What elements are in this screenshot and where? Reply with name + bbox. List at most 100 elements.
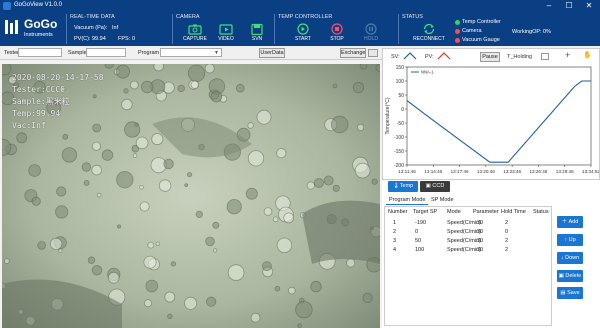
panel-toggle-button[interactable] [368,49,378,57]
x-tick-label: 13:34:52 [582,169,599,174]
maximize-button[interactable]: ☐ [560,0,578,12]
y-tick-label: 0 [401,107,404,113]
tab-temp[interactable]: 🌡Temp [388,181,418,192]
capture-button[interactable]: CAPTURE [180,23,210,45]
minimize-button[interactable]: – [540,0,558,12]
stop-label: STOP [330,36,344,42]
table-cell: 30 [477,220,484,226]
svn-label: SVN [251,36,263,42]
t-holding-label: T_Holding [507,54,533,60]
table-cell: 30 [477,229,484,235]
table-row[interactable]: 3 50 Speed(C/min) 30 2 [385,237,551,246]
chevron-down-icon: ▼ [214,50,219,56]
exchange-button[interactable]: Exchange [340,48,366,58]
table-cell: 0 [505,229,509,235]
y-tick-label: -150 [394,149,404,155]
down-label: Down [565,255,580,261]
temp-controller-status-dot [455,20,460,25]
overlay-sample: Sample:黑米粒 [12,97,70,106]
program-select[interactable] [160,48,222,57]
divider [66,14,67,44]
x-tick-label: 13:26:46 [529,169,547,174]
sample-label: Sample [68,50,87,56]
t-holding-checkbox[interactable] [541,53,549,60]
add-button[interactable]: ＋ Add [557,216,583,228]
y-axis-label: Temperature(°C) [385,97,391,134]
table-cell: Speed(C/min) [447,229,481,235]
camera-view[interactable]: 2020-08-20-14-17-58 Tester:CCCC Sample:黑… [2,64,380,328]
table-cell: 4 [393,247,397,253]
svn-button[interactable]: SVN [242,23,272,45]
vacuum-value: Inf [112,25,119,31]
tab-sp-mode[interactable]: SP Mode [428,196,457,205]
table-cell: -190 [415,220,427,226]
thermometer-icon: 🌡 [392,183,400,189]
table-cell: Speed(C/min) [447,247,481,253]
program-panel: 🌡Temp ▣ CCD Program Mode SP Mode Number … [382,180,600,328]
logo-text: GoGo [24,17,58,31]
userdata-button[interactable]: UserData [259,48,285,58]
column-header: Hold Time [501,209,526,215]
divider [398,14,399,44]
y-tick-label: -100 [394,135,404,141]
pv-label: PV(C): [74,36,91,42]
video-button[interactable]: VIDEO [211,23,241,45]
divider [172,14,173,44]
program-table: Number Target SP Mode Parameter Hold Tim… [384,206,552,326]
table-cell: 50 [415,238,422,244]
fps-label: FPS: [118,36,131,42]
x-tick-label: 13:20:46 [477,169,495,174]
zoom-plus-icon[interactable]: + [565,50,570,60]
overlay-temp: Temp:99.94 [12,109,61,118]
camera-icon [188,24,202,35]
temperature-chart[interactable]: -200 -150 -100 -50 0 50 100 150 13:11:46 13:14:46… [383,61,599,179]
camera-status-dot [455,29,460,34]
pv-value: 99.94 [92,36,106,42]
column-header: Parameter [473,209,499,215]
play-icon [297,23,309,35]
table-row[interactable]: 2 0 Speed(C/min) 30 0 [385,228,551,237]
refresh-icon [423,23,435,35]
y-tick-label: 150 [396,65,405,71]
table-cell: 2 [505,238,509,244]
stop-button[interactable]: STOP [322,23,352,45]
plot-area [406,66,592,166]
hold-button[interactable]: HOLD [356,23,386,45]
y-tick-label: -200 [394,163,404,169]
table-cell: Speed(C/min) [447,238,481,244]
table-cell: 2 [505,220,509,226]
overlay-timestamp: 2020-08-20-14-17-58 [12,73,104,82]
camera-status-label: Camera [462,28,482,34]
start-button[interactable]: START [288,23,318,45]
stop-icon [331,23,343,35]
temp-section-title: TEMP CONTROLLER [278,14,333,20]
table-row[interactable]: 4 100 Speed(C/min) 30 2 [385,246,551,255]
column-header: Number [388,209,408,215]
tab-ccd[interactable]: ▣ CCD [420,181,450,192]
up-button[interactable]: ↑ Up [557,234,583,246]
close-button[interactable]: ✕ [580,0,598,12]
program-label: Program [138,50,160,56]
table-cell: 2 [393,229,397,235]
video-label: VIDEO [218,36,234,42]
x-tick-label: 13:14:46 [424,169,442,174]
video-icon [219,24,233,35]
tab-program-mode[interactable]: Program Mode [386,196,429,205]
sample-input[interactable] [86,48,126,57]
table-row[interactable]: 1 -190 Speed(C/min) 30 2 [385,219,551,228]
add-label: Add [568,219,579,225]
table-cell: Speed(C/min) [447,220,481,226]
window-title: GoGoView V1.0.0 [14,2,62,8]
temp-controller-status-label: Temp Controller [462,19,501,25]
logo-subtext: Instruments [24,32,53,38]
chart-panel: SV: PV: Pause T_Holding + ✋ -200 -150 -100… [382,48,600,180]
reconnect-button[interactable]: RECONNECT [410,23,448,45]
save-button[interactable]: ▤ Save [557,287,583,299]
table-cell: 1 [393,220,397,226]
realtime-section-title: REAL-TIME DATA [70,14,115,20]
tester-input[interactable] [18,48,62,57]
delete-button[interactable]: ▣ Delete [557,270,583,282]
column-header: Status [533,209,549,215]
pan-hand-icon[interactable]: ✋ [583,51,592,59]
down-button[interactable]: ↓ Down [557,252,583,264]
